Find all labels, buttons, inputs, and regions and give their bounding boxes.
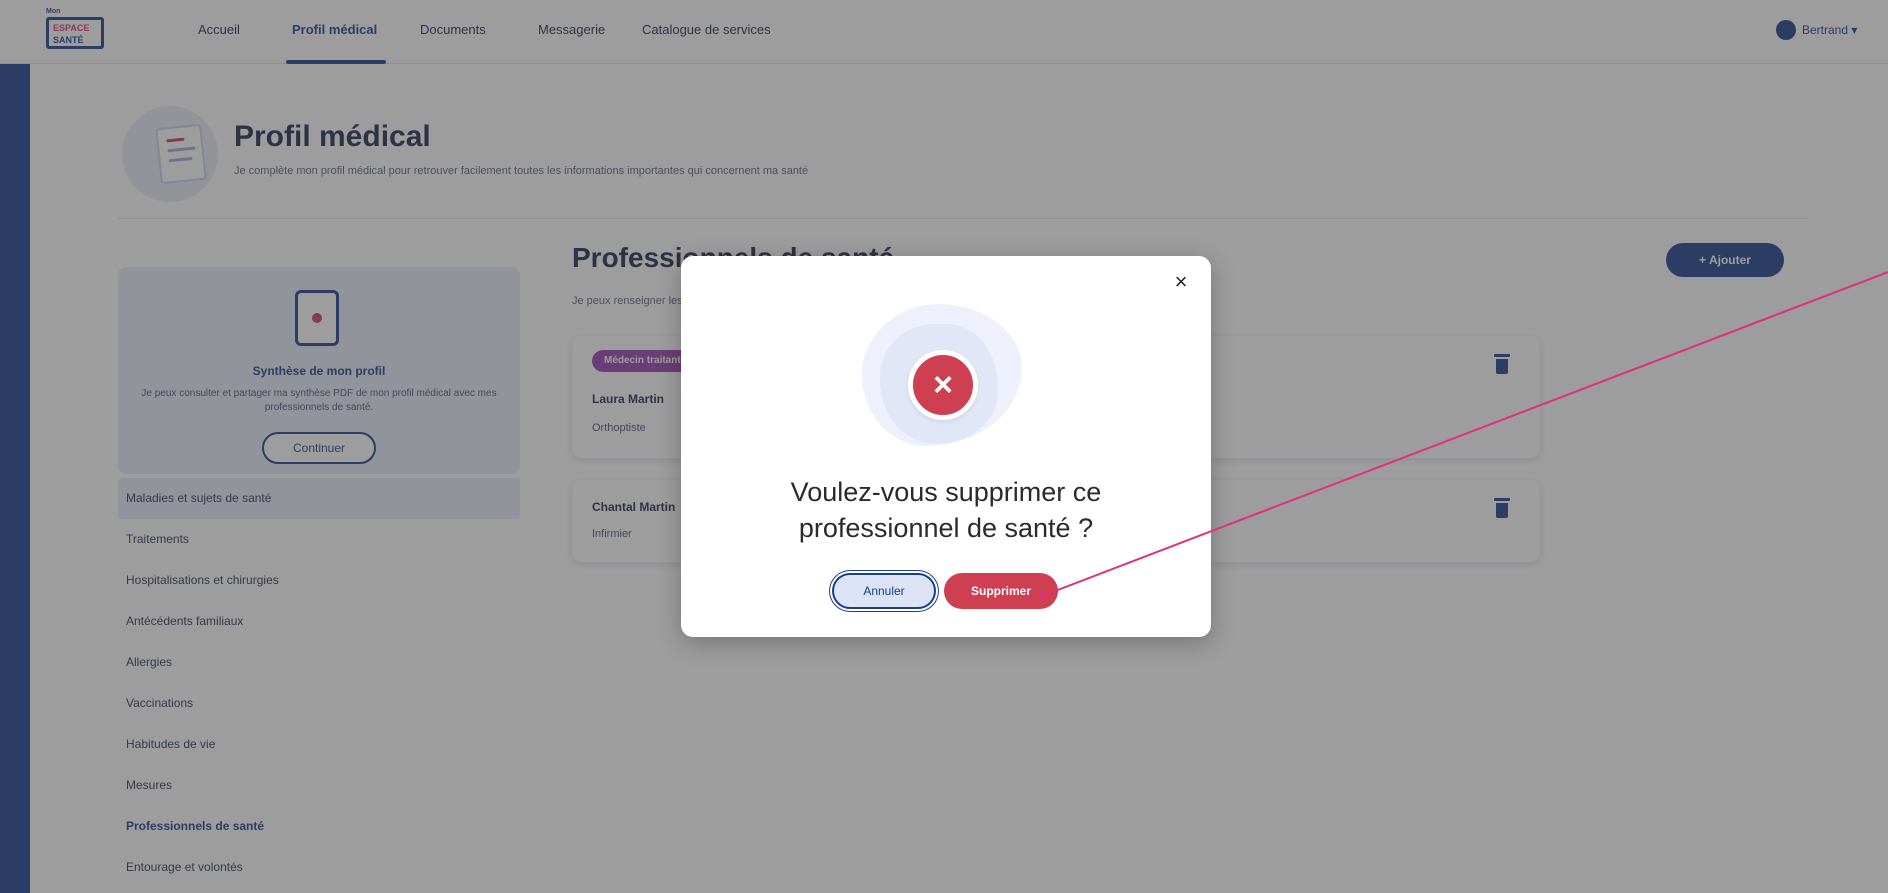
cancel-button[interactable]: Annuler bbox=[832, 573, 936, 609]
dialog-question: Voulez-vous supprimer ce professionnel d… bbox=[790, 477, 1102, 543]
close-icon[interactable]: × bbox=[1169, 270, 1193, 294]
delete-button[interactable]: Supprimer bbox=[944, 573, 1058, 609]
error-illustration: × bbox=[858, 304, 1028, 454]
delete-confirmation-dialog: × × Voulez-vous supprimer ce professionn… bbox=[681, 256, 1211, 637]
cross-circle-icon: × bbox=[908, 350, 978, 420]
